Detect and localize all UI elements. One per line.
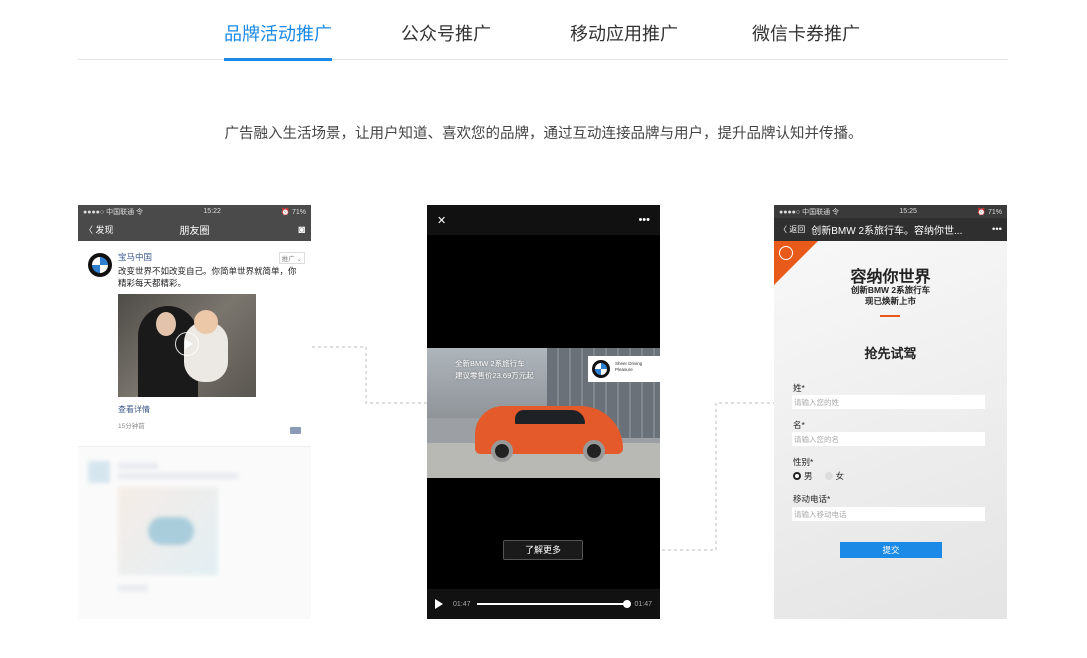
name-field[interactable] [792, 432, 985, 446]
ad-post: 宝马中国 推广 ⌄ 改变世界不如改变自己。你简单世界就简单，你精彩每天都精彩。 … [78, 241, 311, 447]
phone-label: 移动电话* [793, 494, 831, 504]
surname-field[interactable] [792, 395, 985, 409]
page: 品牌活动推广 公众号推广 移动应用推广 微信卡券推广 广告融入生活场景，让用户知… [0, 0, 1087, 658]
battery: ⏰ 71% [281, 208, 306, 216]
bmw-logo-badge: Sheer Driving Pleasure [588, 356, 660, 382]
surname-label: 姓* [793, 383, 805, 393]
moments-phone: ●●●●○ 中国联通 令 15:22 ⏰ 71% 〈 发现 朋友圈 ◙ 宝马中国… [78, 205, 311, 619]
female-radio[interactable] [824, 472, 833, 480]
carrier: ●●●●○ 中国联通 令 [83, 208, 144, 216]
learn-more-button[interactable]: 了解更多 [503, 540, 583, 560]
battery: ⏰ 71% [977, 208, 1002, 216]
ad-tag[interactable]: 推广 ⌄ [278, 252, 305, 264]
close-icon[interactable]: ✕ [437, 214, 446, 227]
tab-official-account[interactable]: 公众号推广 [400, 20, 492, 60]
nav-bar: 〈 发现 朋友圈 ◙ [78, 218, 311, 241]
more-icon[interactable]: ••• [638, 214, 650, 226]
back-button[interactable]: 〈 发现 [84, 223, 114, 236]
view-details-link[interactable]: 查看详情 [118, 404, 303, 415]
video-ad-phone: ✕ ••• 全新BMW 2系旅行车 建议零售价23.69万元起 Sheer Dr… [427, 205, 660, 619]
camera-icon[interactable]: ◙ [298, 224, 305, 236]
post-author[interactable]: 宝马中国 [118, 251, 303, 263]
comment-icon[interactable] [290, 427, 301, 434]
form-heading: 抢先试驾 [864, 346, 917, 361]
time-total: 01:47 [634, 600, 652, 608]
landing-form-phone: ●●●●○ 中国联通 令 15:25 ⏰ 71% 〈 返回 创新BMW 2系旅行… [774, 205, 1007, 619]
progress-knob[interactable] [623, 600, 632, 608]
carrier: ●●●●○ 中国联通 令 [779, 208, 840, 216]
female-label: 女 [835, 471, 845, 481]
play-icon[interactable] [175, 332, 199, 356]
video-controls: 01:47 01:47 [427, 589, 660, 619]
nav-title: 创新BMW 2系旅行车。容纳你世... [811, 226, 963, 237]
headline: 容纳你世界 [850, 269, 931, 286]
male-radio[interactable] [793, 472, 801, 480]
nav-bar: 〈 返回 创新BMW 2系旅行车。容纳你世... ••• [774, 218, 1007, 241]
clock: 15:22 [203, 208, 221, 215]
time-current: 01:47 [453, 600, 471, 608]
gender-label: 性别* [793, 457, 814, 467]
gender-radio-group: 男 女 [793, 470, 844, 482]
bmw-logo-icon [592, 360, 610, 378]
play-icon[interactable] [435, 599, 443, 609]
ad-overlay-text: 全新BMW 2系旅行车 建议零售价23.69万元起 [455, 359, 534, 380]
accent-divider [880, 315, 900, 317]
phone-field[interactable] [792, 507, 985, 521]
post-text: 改变世界不如改变自己。你简单世界就简单，你精彩每天都精彩。 [118, 266, 297, 288]
tab-wechat-coupon[interactable]: 微信卡券推广 [750, 20, 862, 60]
status-bar: ●●●●○ 中国联通 令 15:25 ⏰ 71% [774, 205, 1007, 218]
tab-brand-campaign[interactable]: 品牌活动推广 [224, 20, 332, 61]
steering-wheel-icon [779, 246, 793, 260]
progress-track[interactable] [476, 600, 632, 608]
back-button[interactable]: 〈 返回 [779, 224, 805, 235]
description: 广告融入生活场景，让用户知道、喜欢您的品牌，通过互动连接品牌与用户，提升品牌认知… [224, 126, 863, 142]
status-bar: ●●●●○ 中国联通 令 15:22 ⏰ 71% [78, 205, 311, 218]
post-video-thumbnail[interactable] [118, 294, 256, 397]
blurred-next-post [78, 447, 311, 617]
video-top-bar: ✕ ••• [427, 205, 660, 235]
clock: 15:25 [899, 208, 917, 215]
bmw-logo-icon [88, 253, 112, 277]
subheadline: 创新BMW 2系旅行车 现已焕新上市 [850, 285, 931, 306]
post-time: 15分钟前 [118, 423, 145, 430]
tab-bar: 品牌活动推广 公众号推广 移动应用推广 微信卡券推广 [78, 0, 1008, 61]
name-label: 名* [793, 420, 805, 430]
more-icon[interactable]: ••• [992, 224, 1002, 235]
male-label: 男 [804, 471, 813, 481]
tab-mobile-app[interactable]: 移动应用推广 [568, 20, 680, 60]
video-frame[interactable]: 全新BMW 2系旅行车 建议零售价23.69万元起 Sheer Driving … [427, 348, 660, 478]
submit-button[interactable]: 提交 [840, 542, 942, 558]
